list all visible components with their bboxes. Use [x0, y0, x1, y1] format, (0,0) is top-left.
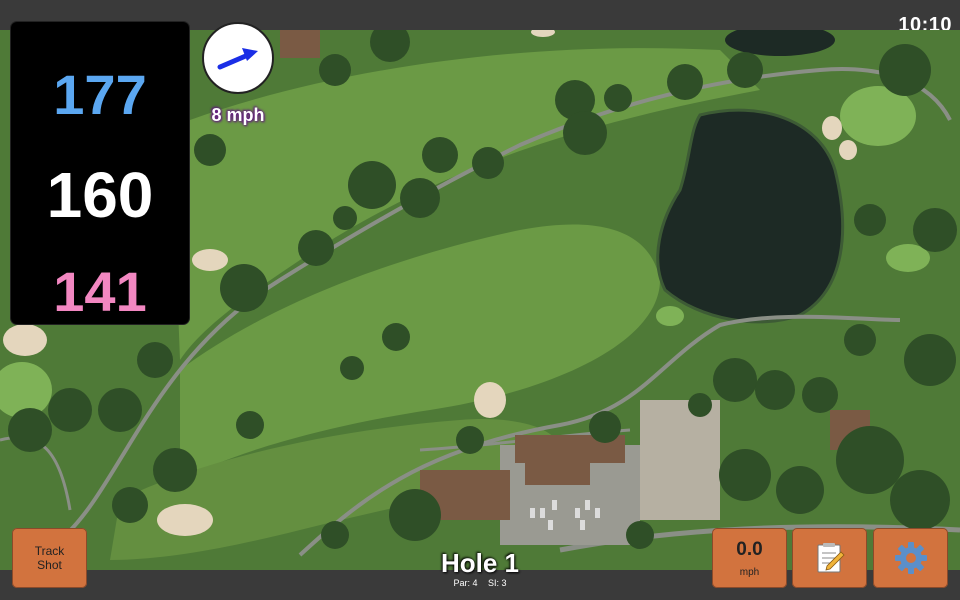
notepad-icon: [817, 543, 845, 573]
wind-indicator: [202, 22, 274, 94]
hole-info: Par: 4 SI: 3: [380, 578, 580, 588]
hole-title: Hole 1: [440, 548, 520, 578]
wind-arrow-icon: [217, 48, 258, 70]
track-shot-label-line2: Shot: [37, 558, 62, 572]
distance-panel: 177 160 141: [11, 22, 189, 324]
gear-icon: [894, 542, 927, 574]
back-distance: 177: [53, 63, 147, 126]
wind-speed-label: 8 mph: [211, 105, 265, 125]
notes-button[interactable]: [792, 528, 867, 588]
speed-unit: mph: [739, 566, 760, 578]
settings-button[interactable]: [873, 528, 948, 588]
middle-distance: 160: [46, 159, 154, 231]
hole-stroke-index: SI: 3: [488, 578, 507, 588]
hole-par: Par: 4: [453, 578, 478, 588]
track-shot-label-line1: Track: [34, 544, 65, 558]
track-shot-button[interactable]: Track Shot: [12, 528, 87, 588]
speed-button[interactable]: 0.0 mph: [712, 528, 787, 588]
front-distance: 141: [53, 260, 147, 323]
speed-value: 0.0: [736, 538, 763, 560]
